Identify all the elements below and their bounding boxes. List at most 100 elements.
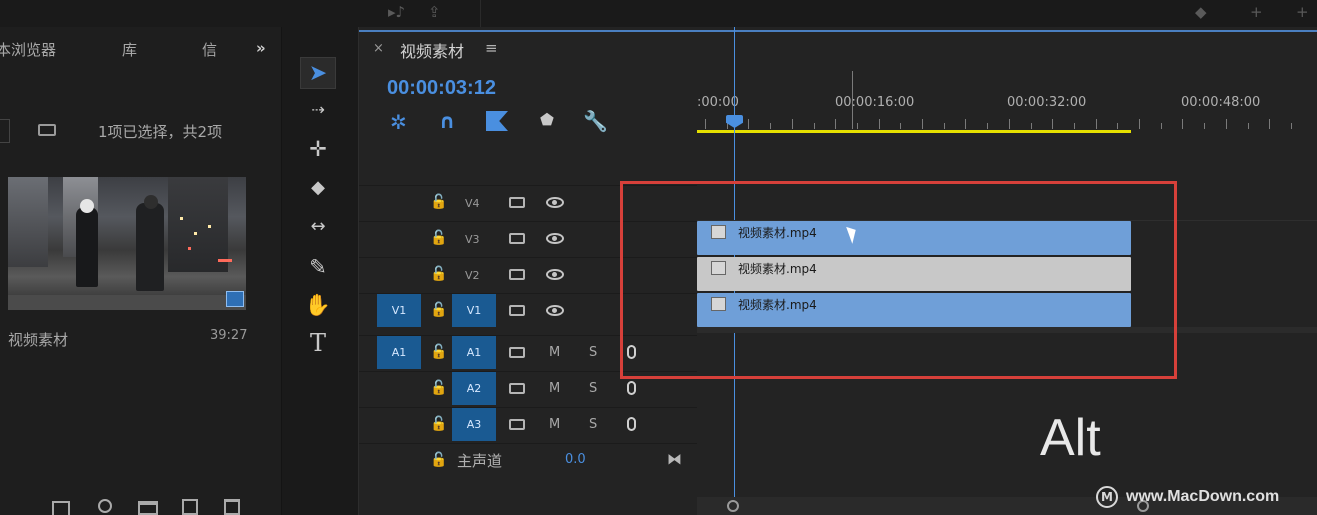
tab-media-browser[interactable]: 本浏览器 [0, 39, 56, 60]
ruler-minor-tick [1139, 119, 1140, 129]
nest-toggle-icon[interactable]: ✲ [390, 110, 407, 134]
track-select-tool-icon[interactable]: ⇢ [300, 94, 336, 126]
ruler-minor-tick [1030, 123, 1032, 129]
snap-icon[interactable]: ∩ [439, 109, 455, 133]
ruler-minor-tick [856, 123, 858, 129]
razor-tool-icon[interactable]: ◆ [300, 172, 336, 204]
toggle-output-eye-icon[interactable] [546, 305, 564, 316]
ruler-minor-tick [705, 119, 706, 129]
add-marker-icon[interactable]: ⬟ [540, 110, 554, 129]
ruler-minor-tick [1052, 119, 1054, 129]
ruler-minor-tick [1182, 119, 1184, 129]
ruler-minor-tick [835, 119, 837, 129]
sequence-tab[interactable]: 视频素材 [400, 38, 464, 62]
lock-icon[interactable]: 🔓 [430, 302, 447, 318]
lock-icon[interactable]: 🔓 [430, 344, 447, 360]
solo-button[interactable]: S [589, 345, 597, 360]
scroll-handle-left[interactable] [727, 500, 739, 512]
lock-icon[interactable]: 🔓 [430, 266, 447, 282]
go-to-end-icon[interactable]: ⧓ [667, 450, 682, 468]
ruler-minor-tick [791, 119, 793, 129]
track-header-master[interactable]: 🔓 主声道 0.0 ⧓ [359, 443, 697, 477]
slip-tool-icon[interactable]: ↔ [300, 211, 336, 243]
search-field[interactable] [0, 119, 10, 143]
ruler-minor-tick [922, 119, 923, 129]
lock-icon[interactable]: 🔓 [430, 380, 447, 396]
clip-type-icon [226, 291, 244, 307]
ripple-edit-tool-icon[interactable]: ✛ [300, 133, 336, 165]
playhead-timecode[interactable]: 00:00:03:12 [387, 77, 496, 100]
work-area-bar[interactable] [697, 130, 1131, 133]
sequence-menu-icon[interactable]: ≡ [485, 39, 498, 57]
sync-lock-icon[interactable] [509, 197, 525, 208]
panel-overflow-button[interactable]: » [256, 39, 266, 57]
mute-button[interactable]: M [549, 417, 560, 432]
sync-lock-icon[interactable] [509, 269, 525, 280]
wrench-icon[interactable]: 🔧 [583, 109, 608, 133]
clip-duration: 39:27 [210, 328, 248, 343]
track-header-a3[interactable]: 🔓 A3 M S [359, 407, 697, 441]
sync-lock-icon[interactable] [509, 419, 525, 430]
sync-lock-icon[interactable] [509, 383, 525, 394]
ruler-minor-tick [1073, 123, 1075, 129]
tab-libraries[interactable]: 库 [122, 39, 137, 60]
mute-button[interactable]: M [549, 345, 560, 360]
track-label: V4 [465, 197, 480, 210]
ruler-minor-tick [1247, 123, 1249, 129]
source-patch-v1[interactable]: V1 [377, 294, 421, 327]
tools-panel: ➤ ⇢ ✛ ◆ ↔ ✎ ✋ T [282, 27, 358, 515]
linked-selection-icon[interactable] [486, 111, 508, 131]
close-tab-icon[interactable]: × [373, 41, 384, 56]
track-target-v1[interactable]: V1 [452, 294, 496, 327]
find-bin-icon[interactable] [38, 124, 56, 136]
lock-icon[interactable]: 🔓 [430, 416, 447, 432]
project-panel: 本浏览器 库 信 » 1项已选择，共2项 视频素材 39:27 [0, 27, 282, 515]
playhead-handle[interactable] [726, 115, 743, 128]
list-view-icon[interactable] [52, 501, 70, 515]
ruler-minor-tick [1269, 119, 1271, 129]
lock-icon[interactable]: 🔓 [430, 230, 447, 246]
search-icon[interactable] [98, 499, 112, 513]
ruler-minor-tick [1225, 119, 1227, 129]
ruler-major-tick [852, 71, 853, 129]
clip-name[interactable]: 视频素材 [8, 329, 68, 350]
new-bin-icon[interactable] [138, 501, 158, 515]
export-frame-icon[interactable]: ▸♪ [388, 3, 405, 21]
voiceover-mic-icon[interactable] [627, 381, 636, 395]
type-tool-icon[interactable]: T [300, 327, 336, 359]
ruler-minor-tick [1095, 119, 1097, 129]
track-target-a3[interactable]: A3 [452, 408, 496, 441]
hand-tool-icon[interactable]: ✋ [300, 289, 336, 321]
sync-lock-icon[interactable] [509, 233, 525, 244]
ruler-minor-tick [900, 123, 902, 129]
ruler-minor-tick [726, 123, 728, 129]
sync-lock-icon[interactable] [509, 305, 525, 316]
more-icon[interactable]: + [1296, 3, 1309, 21]
toggle-output-eye-icon[interactable] [546, 269, 564, 280]
add-icon[interactable]: + [1250, 3, 1263, 21]
selection-tool-icon[interactable]: ➤ [300, 57, 336, 89]
clip-thumbnail[interactable] [8, 177, 246, 310]
pen-tool-icon[interactable]: ✎ [300, 251, 336, 283]
master-volume-value[interactable]: 0.0 [565, 452, 586, 467]
watermark-text: www.MacDown.com [1126, 488, 1280, 505]
track-target-a1[interactable]: A1 [452, 336, 496, 369]
solo-button[interactable]: S [589, 381, 597, 396]
trash-icon[interactable] [224, 499, 240, 515]
settings-icon[interactable]: ◆ [1195, 3, 1207, 21]
toggle-output-eye-icon[interactable] [546, 233, 564, 244]
share-icon[interactable]: ⇪ [428, 3, 441, 21]
voiceover-mic-icon[interactable] [627, 417, 636, 431]
ruler-minor-tick [878, 119, 880, 129]
mute-button[interactable]: M [549, 381, 560, 396]
lock-icon[interactable]: 🔓 [430, 452, 447, 468]
sync-lock-icon[interactable] [509, 347, 525, 358]
new-item-icon[interactable] [182, 499, 198, 515]
track-target-a2[interactable]: A2 [452, 372, 496, 405]
key-hint-label: Alt [1040, 409, 1101, 467]
toggle-output-eye-icon[interactable] [546, 197, 564, 208]
tab-info[interactable]: 信 [202, 39, 217, 60]
lock-icon[interactable]: 🔓 [430, 194, 447, 210]
solo-button[interactable]: S [589, 417, 597, 432]
source-patch-a1[interactable]: A1 [377, 336, 421, 369]
